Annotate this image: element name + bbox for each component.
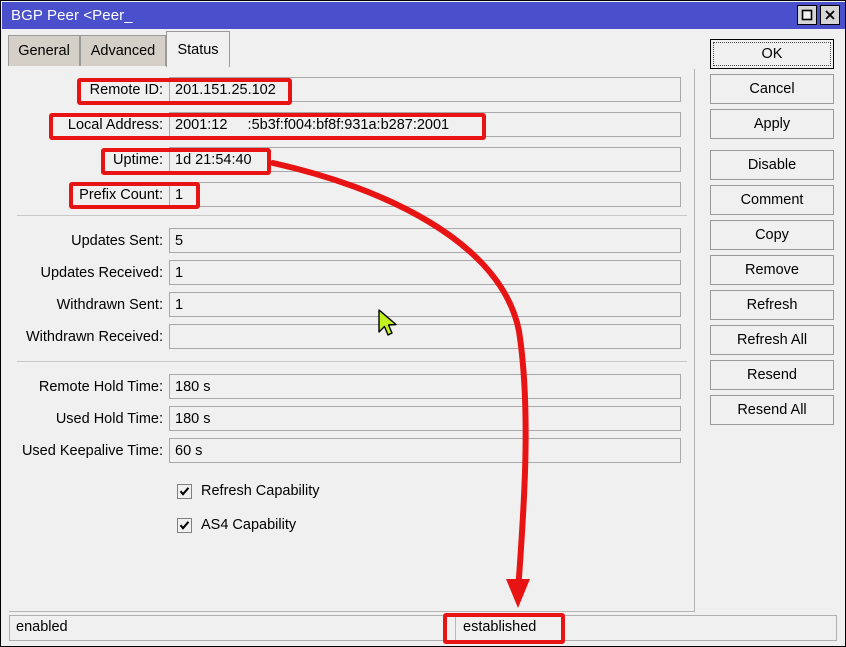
value-used-hold-time: 180 s: [175, 411, 210, 427]
field-row-used-hold-time: Used Hold Time: 180 s: [9, 406, 681, 431]
refresh-all-button-label: Refresh All: [737, 332, 807, 348]
input-uptime[interactable]: 1d 21:54:40: [169, 147, 681, 172]
resend-all-button-label: Resend All: [737, 402, 806, 418]
input-remote-id[interactable]: 201.151.25.102: [169, 77, 681, 102]
ok-button-label: OK: [762, 46, 783, 62]
input-used-hold-time[interactable]: 180 s: [169, 406, 681, 431]
tab-advanced[interactable]: Advanced: [80, 35, 166, 66]
status-state-text: established: [463, 619, 536, 635]
close-icon[interactable]: [820, 5, 840, 25]
tab-general[interactable]: General: [8, 35, 80, 66]
value-uptime: 1d 21:54:40: [175, 152, 252, 168]
label-withdrawn-sent: Withdrawn Sent:: [9, 297, 169, 313]
field-row-updates-received: Updates Received: 1: [9, 260, 681, 285]
field-row-withdrawn-received: Withdrawn Received:: [9, 324, 681, 349]
bgp-peer-dialog: BGP Peer <Peer_ General Advanced Status …: [0, 0, 846, 647]
field-row-remote-id: Remote ID: 201.151.25.102: [9, 77, 681, 102]
label-uptime: Uptime:: [9, 152, 169, 168]
field-row-used-keepalive-time: Used Keepalive Time: 60 s: [9, 438, 681, 463]
apply-button-label: Apply: [754, 116, 790, 132]
tab-status-label: Status: [177, 42, 218, 58]
label-used-hold-time: Used Hold Time:: [9, 411, 169, 427]
disable-button[interactable]: Disable: [710, 150, 834, 180]
window-controls: [797, 5, 840, 25]
checkbox-row-as4-capability[interactable]: AS4 Capability: [177, 515, 296, 535]
label-local-address: Local Address:: [9, 117, 169, 133]
disable-button-label: Disable: [748, 157, 796, 173]
refresh-all-button[interactable]: Refresh All: [710, 325, 834, 355]
checkbox-as4-capability[interactable]: [177, 518, 192, 533]
dialog-button-column: OK Cancel Apply Disable Comment Copy Rem…: [710, 39, 834, 430]
copy-button[interactable]: Copy: [710, 220, 834, 250]
remove-button-label: Remove: [745, 262, 799, 278]
status-form-panel: Remote ID: 201.151.25.102 Local Address:…: [9, 69, 695, 612]
field-row-local-address: Local Address: 2001:12 :5b3f:f004:bf8f:9…: [9, 112, 681, 137]
input-prefix-count[interactable]: 1: [169, 182, 681, 207]
status-bar-divider: [455, 616, 456, 640]
value-updates-sent: 5: [175, 233, 183, 249]
tab-general-label: General: [18, 43, 70, 59]
value-prefix-count: 1: [175, 187, 183, 203]
field-row-updates-sent: Updates Sent: 5: [9, 228, 681, 253]
input-used-keepalive-time[interactable]: 60 s: [169, 438, 681, 463]
checkbox-refresh-capability[interactable]: [177, 484, 192, 499]
refresh-button[interactable]: Refresh: [710, 290, 834, 320]
field-group-separator-1: [17, 215, 687, 216]
field-row-prefix-count: Prefix Count: 1: [9, 182, 681, 207]
tab-status[interactable]: Status: [166, 31, 230, 67]
input-updates-sent[interactable]: 5: [169, 228, 681, 253]
comment-button-label: Comment: [741, 192, 804, 208]
label-withdrawn-received: Withdrawn Received:: [9, 329, 169, 345]
input-remote-hold-time[interactable]: 180 s: [169, 374, 681, 399]
label-prefix-count: Prefix Count:: [9, 187, 169, 203]
apply-button[interactable]: Apply: [710, 109, 834, 139]
remove-button[interactable]: Remove: [710, 255, 834, 285]
copy-button-label: Copy: [755, 227, 789, 243]
status-bar: enabled established: [9, 615, 837, 641]
input-withdrawn-sent[interactable]: 1: [169, 292, 681, 317]
cancel-button[interactable]: Cancel: [710, 74, 834, 104]
field-group-separator-2: [17, 361, 687, 362]
window-titlebar: BGP Peer <Peer_: [2, 2, 846, 29]
input-local-address[interactable]: 2001:12 :5b3f:f004:bf8f:931a:b287:2001: [169, 112, 681, 137]
field-row-remote-hold-time: Remote Hold Time: 180 s: [9, 374, 681, 399]
value-remote-id: 201.151.25.102: [175, 82, 276, 98]
label-used-keepalive-time: Used Keepalive Time:: [9, 443, 169, 459]
resend-all-button[interactable]: Resend All: [710, 395, 834, 425]
comment-button[interactable]: Comment: [710, 185, 834, 215]
resend-button[interactable]: Resend: [710, 360, 834, 390]
label-remote-id: Remote ID:: [9, 82, 169, 98]
value-withdrawn-sent: 1: [175, 297, 183, 313]
field-row-withdrawn-sent: Withdrawn Sent: 1: [9, 292, 681, 317]
value-updates-received: 1: [175, 265, 183, 281]
checkbox-row-refresh-capability[interactable]: Refresh Capability: [177, 481, 319, 501]
value-remote-hold-time: 180 s: [175, 379, 210, 395]
label-updates-sent: Updates Sent:: [9, 233, 169, 249]
value-local-address: 2001:12 :5b3f:f004:bf8f:931a:b287:2001: [175, 117, 449, 133]
label-remote-hold-time: Remote Hold Time:: [9, 379, 169, 395]
label-as4-capability: AS4 Capability: [201, 517, 296, 533]
input-updates-received[interactable]: 1: [169, 260, 681, 285]
field-row-uptime: Uptime: 1d 21:54:40: [9, 147, 681, 172]
maximize-icon[interactable]: [797, 5, 817, 25]
ok-button[interactable]: OK: [710, 39, 834, 69]
value-used-keepalive-time: 60 s: [175, 443, 202, 459]
cancel-button-label: Cancel: [749, 81, 794, 97]
status-enabled-text: enabled: [16, 619, 68, 635]
input-withdrawn-received[interactable]: [169, 324, 681, 349]
label-refresh-capability: Refresh Capability: [201, 483, 319, 499]
refresh-button-label: Refresh: [747, 297, 798, 313]
resend-button-label: Resend: [747, 367, 797, 383]
tab-advanced-label: Advanced: [91, 43, 156, 59]
window-title: BGP Peer <Peer_: [2, 7, 133, 24]
label-updates-received: Updates Received:: [9, 265, 169, 281]
